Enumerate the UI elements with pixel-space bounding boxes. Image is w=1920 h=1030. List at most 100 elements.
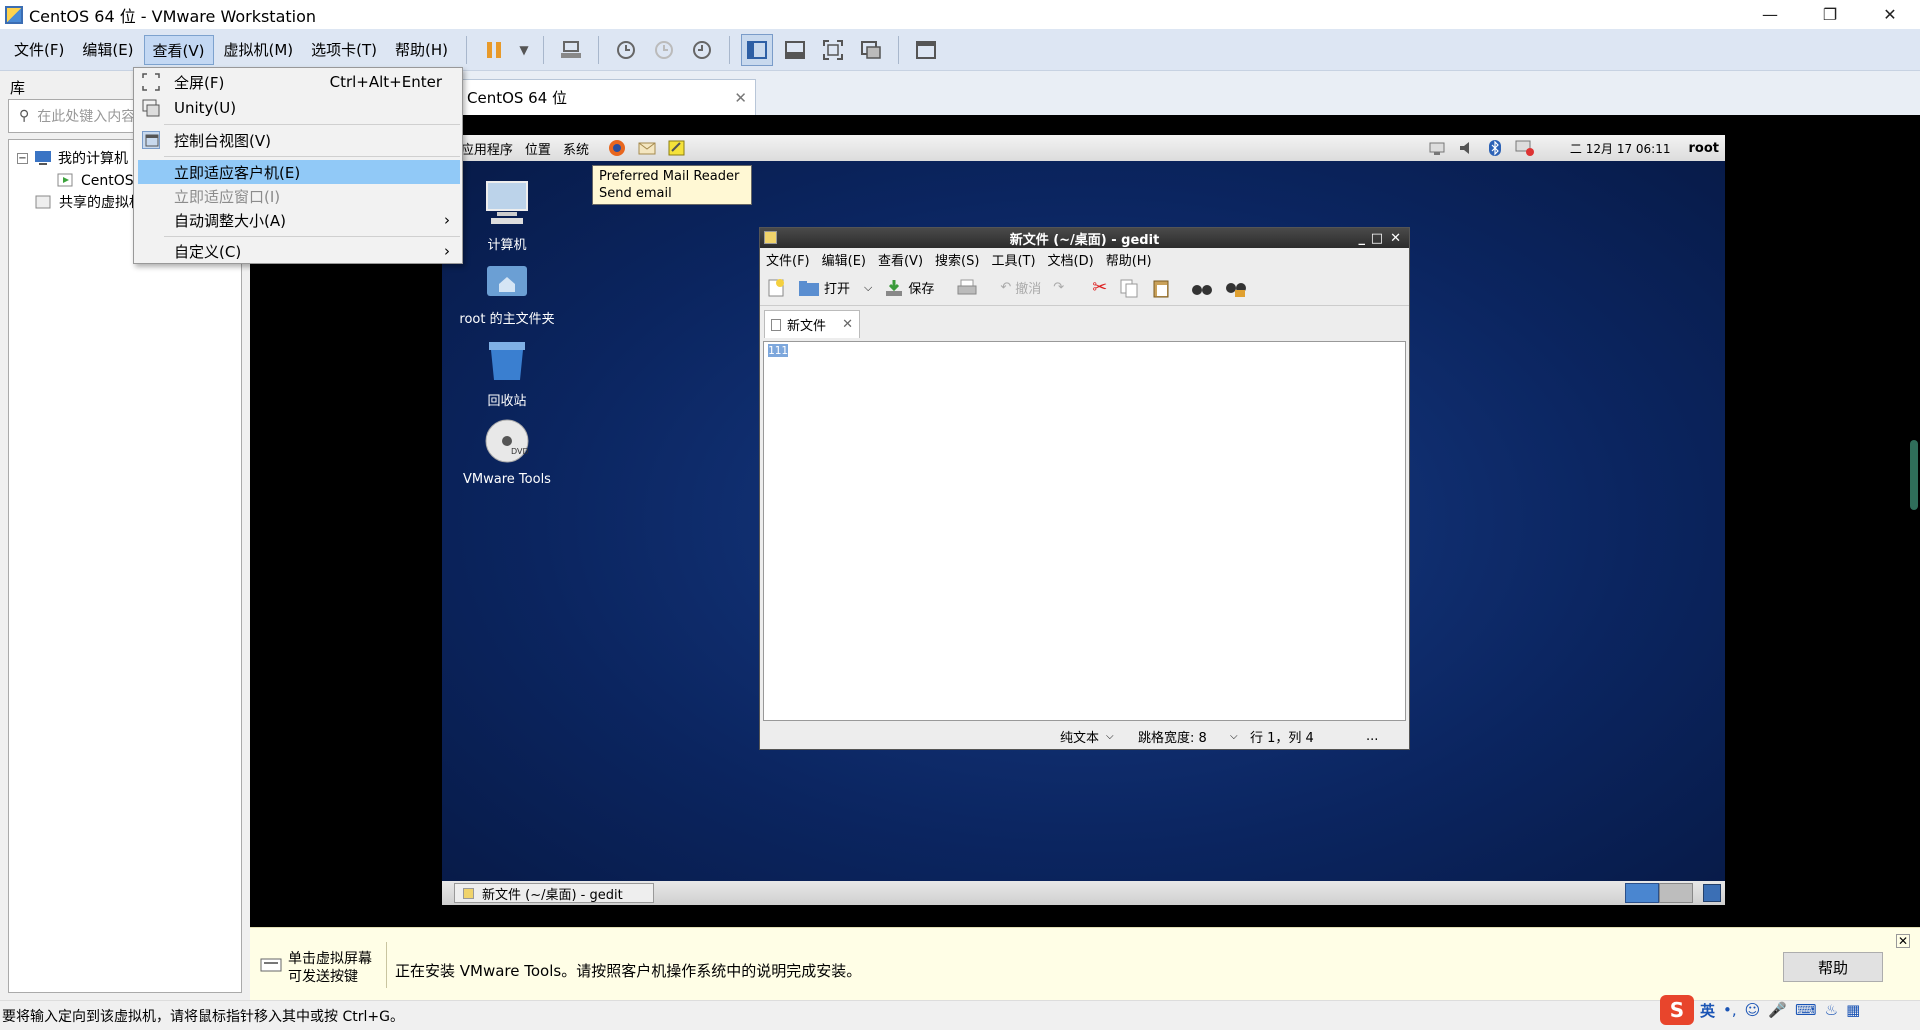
undo-icon: ↶	[1000, 280, 1012, 295]
soft-keyboard-icon[interactable]: ⌨	[1795, 1001, 1817, 1019]
mail-icon[interactable]	[637, 138, 657, 158]
taskbar-gedit[interactable]: 新文件 (~/桌面) - gedit	[454, 883, 654, 903]
desktop-icon-home[interactable]: root 的主文件夹	[452, 260, 562, 327]
replace-button[interactable]	[1225, 278, 1247, 298]
workspace-2[interactable]	[1659, 883, 1693, 903]
desktop-icon-trash[interactable]: 回收站	[452, 338, 562, 409]
full-screen-button[interactable]	[817, 34, 849, 66]
tree-item-my-computer[interactable]: − 我的计算机	[17, 148, 128, 168]
emoji-icon[interactable]: ☺	[1745, 1001, 1761, 1019]
open-button[interactable]: 打开 ⌵	[798, 278, 872, 297]
menu-edit[interactable]: 编辑(E)	[74, 35, 141, 65]
vm-tab[interactable]: CentOS 64 位 ✕	[456, 79, 756, 115]
gedit-menu-tools[interactable]: 工具(T)	[991, 250, 1035, 269]
menu-item-customize[interactable]: 自定义(C) ›	[138, 239, 460, 263]
guest-clock[interactable]: 二 12月 17 06:11	[1570, 140, 1671, 157]
menu-item-full-screen[interactable]: 全屏(F) Ctrl+Alt+Enter	[138, 70, 460, 94]
panel-menu-applications[interactable]: 应用程序	[461, 139, 513, 158]
print-button[interactable]	[956, 278, 978, 298]
close-button[interactable]: ✕	[1860, 0, 1920, 29]
firefox-icon[interactable]	[607, 138, 627, 158]
guest-desktop[interactable]: ✿ 应用程序 位置 系统 二 12月 17 06:11 root Preferr…	[442, 135, 1725, 905]
gedit-menu-help[interactable]: 帮助(H)	[1106, 250, 1152, 269]
menu-item-console-view[interactable]: 控制台视图(V)	[138, 128, 460, 152]
gedit-menu-edit[interactable]: 编辑(E)	[822, 250, 866, 269]
menu-item-autosize[interactable]: 自动调整大小(A) ›	[138, 208, 460, 232]
tab-width-selector[interactable]: 跳格宽度: 8	[1138, 727, 1207, 746]
desktop-icon-computer[interactable]: 计算机	[452, 180, 562, 253]
toolbox-icon[interactable]: ▦	[1846, 1001, 1860, 1019]
bluetooth-icon[interactable]	[1488, 139, 1502, 157]
cut-button[interactable]: ✂	[1092, 277, 1107, 298]
skin-icon[interactable]: ♨	[1825, 1001, 1838, 1019]
snapshot-button[interactable]	[610, 34, 642, 66]
gedit-title-bar[interactable]: 新文件 (~/桌面) - gedit _ □ ✕	[760, 228, 1409, 248]
gedit-document-tab[interactable]: 新文件 ✕	[764, 310, 860, 338]
sogou-icon[interactable]: S	[1660, 995, 1694, 1025]
network-icon[interactable]	[1428, 139, 1448, 157]
new-document-button[interactable]	[766, 278, 786, 298]
gedit-menu-file[interactable]: 文件(F)	[766, 250, 810, 269]
gedit-menu-search[interactable]: 搜索(S)	[935, 250, 979, 269]
notes-icon[interactable]	[667, 138, 687, 158]
close-icon[interactable]: ✕	[1896, 934, 1910, 948]
chevron-down-icon[interactable]: ⌵	[864, 281, 872, 295]
show-desktop-icon[interactable]	[1703, 884, 1721, 902]
paste-button[interactable]	[1151, 278, 1171, 298]
minimize-button[interactable]: —	[1740, 0, 1800, 29]
side-handle[interactable]	[1910, 440, 1918, 510]
ime-lang-toggle[interactable]: 英	[1700, 1000, 1715, 1021]
menu-separator	[164, 124, 460, 125]
gedit-toolbar: 打开 ⌵ 保存 ↶ 撤消 ↷ ✂	[760, 270, 1409, 306]
workspace-1[interactable]	[1625, 883, 1659, 903]
menu-bar: 文件(F) 编辑(E) 查看(V) 虚拟机(M) 选项卡(T) 帮助(H) ▼	[0, 29, 1920, 71]
desktop-icon-vmware-tools[interactable]: DVD VMware Tools	[452, 418, 562, 487]
save-button[interactable]: 保存	[884, 278, 934, 298]
menu-item-unity[interactable]: Unity(U)	[138, 96, 460, 120]
menu-item-fit-guest[interactable]: 立即适应客户机(E)	[138, 160, 460, 184]
find-button[interactable]	[1191, 279, 1213, 297]
undo-button[interactable]: ↶ 撤消	[1000, 278, 1041, 297]
unity-button[interactable]	[855, 34, 887, 66]
restore-button[interactable]: ❐	[1800, 0, 1860, 29]
gedit-text-area[interactable]: 111	[763, 341, 1406, 721]
show-thumbnail-bar-button[interactable]	[779, 34, 811, 66]
tooltip-line: Send email	[599, 186, 672, 201]
show-library-button[interactable]	[741, 33, 774, 66]
gedit-menu-view[interactable]: 查看(V)	[878, 250, 923, 269]
volume-icon[interactable]	[1458, 139, 1476, 157]
network-disconnected-icon[interactable]	[1514, 139, 1536, 157]
close-icon[interactable]: ✕	[1390, 231, 1401, 246]
send-ctrl-alt-del-button[interactable]	[555, 34, 587, 66]
menu-view[interactable]: 查看(V)	[143, 34, 214, 65]
maximize-icon[interactable]: □	[1371, 231, 1383, 246]
panel-menu-places[interactable]: 位置	[525, 139, 551, 158]
console-view-button[interactable]	[910, 34, 942, 66]
microphone-icon[interactable]: 🎤	[1768, 1001, 1787, 1019]
copy-button[interactable]	[1119, 278, 1139, 298]
menu-file[interactable]: 文件(F)	[6, 35, 72, 65]
guest-user[interactable]: root	[1689, 141, 1720, 156]
punctuation-icon[interactable]: •,	[1723, 1001, 1737, 1019]
gedit-menu-documents[interactable]: 文档(D)	[1048, 250, 1094, 269]
pause-button[interactable]	[478, 34, 510, 66]
menu-vm[interactable]: 虚拟机(M)	[216, 35, 302, 65]
panel-menu-system[interactable]: 系统	[563, 139, 589, 158]
help-button[interactable]: 帮助	[1783, 952, 1883, 982]
collapse-icon[interactable]: −	[17, 152, 28, 164]
tree-label: 我的计算机	[58, 151, 128, 167]
snapshot-manager-button[interactable]	[686, 34, 718, 66]
language-selector[interactable]: 纯文本	[1060, 727, 1099, 746]
redo-button[interactable]: ↷	[1053, 280, 1064, 295]
close-icon[interactable]: ✕	[842, 317, 853, 332]
revert-snapshot-button[interactable]	[648, 34, 680, 66]
menu-help[interactable]: 帮助(H)	[387, 35, 456, 65]
gedit-window[interactable]: 新文件 (~/桌面) - gedit _ □ ✕ 文件(F) 编辑(E) 查看(…	[759, 227, 1410, 750]
vm-tab-strip: CentOS 64 位 ✕	[250, 71, 1920, 115]
tree-item-shared-vms[interactable]: 共享的虚拟机	[35, 192, 143, 212]
library-panel-icon	[747, 40, 768, 59]
menu-tabs[interactable]: 选项卡(T)	[303, 35, 385, 65]
minimize-icon[interactable]: _	[1359, 231, 1366, 246]
close-icon[interactable]: ✕	[734, 89, 747, 107]
power-dropdown-button[interactable]: ▼	[516, 34, 532, 66]
